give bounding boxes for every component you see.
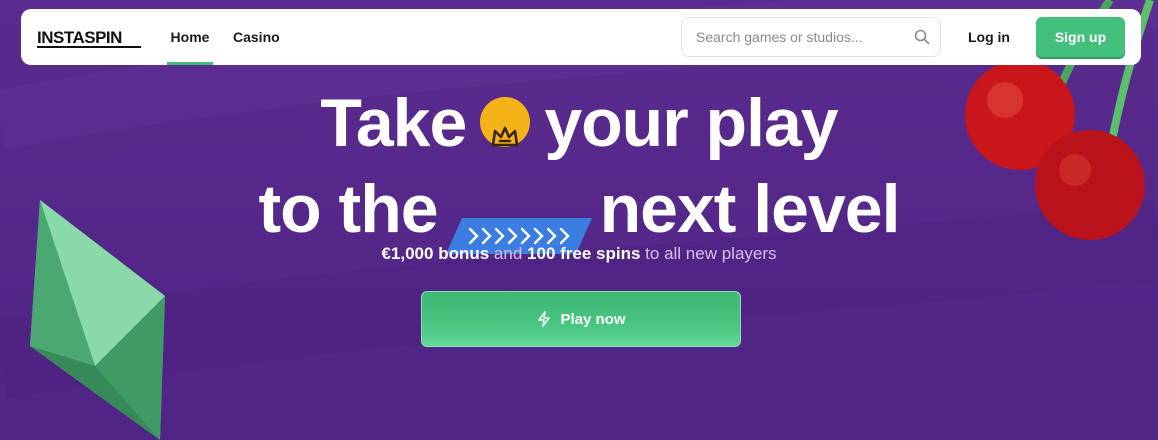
bolt-icon	[538, 311, 551, 327]
search-input[interactable]	[696, 18, 906, 56]
active-tab-indicator	[167, 62, 213, 65]
headline-line-1: Take your play	[0, 80, 1158, 166]
top-navbar: INSTASPIN Home Casino Log in Sign up	[21, 9, 1141, 65]
login-link[interactable]: Log in	[965, 9, 1013, 65]
headline-your-play: your play	[544, 85, 838, 161]
play-now-button[interactable]: Play now	[421, 291, 741, 347]
subline-rest: to all new players	[645, 244, 777, 263]
bonus-subline: €1,000 bonus and 100 free spins to all n…	[0, 244, 1158, 264]
logo-underline	[37, 46, 141, 48]
play-now-label: Play now	[560, 310, 626, 328]
chevrons-icon	[445, 190, 592, 255]
crown-icon	[480, 97, 531, 148]
headline-word-take: Take	[320, 85, 467, 161]
nav-home-link[interactable]: Home	[167, 9, 213, 65]
headline-to-the: to the	[258, 171, 438, 247]
bonus-amount: €1,000 bonus	[381, 244, 490, 263]
search-icon[interactable]	[914, 29, 930, 45]
headline-next-level: next level	[599, 171, 901, 247]
hero-headline: Take your play to the next level	[0, 80, 1158, 255]
free-spins-amount: 100 free spins	[527, 244, 641, 263]
page: INSTASPIN Home Casino Log in Sign up Tak…	[0, 0, 1158, 440]
signup-button[interactable]: Sign up	[1036, 17, 1125, 57]
instaspin-logo[interactable]: INSTASPIN	[37, 28, 122, 48]
subline-and: and	[493, 244, 523, 263]
nav-casino-link[interactable]: Casino	[233, 9, 280, 65]
headline-line-2: to the next level	[0, 166, 1158, 255]
search-box[interactable]	[681, 17, 941, 57]
